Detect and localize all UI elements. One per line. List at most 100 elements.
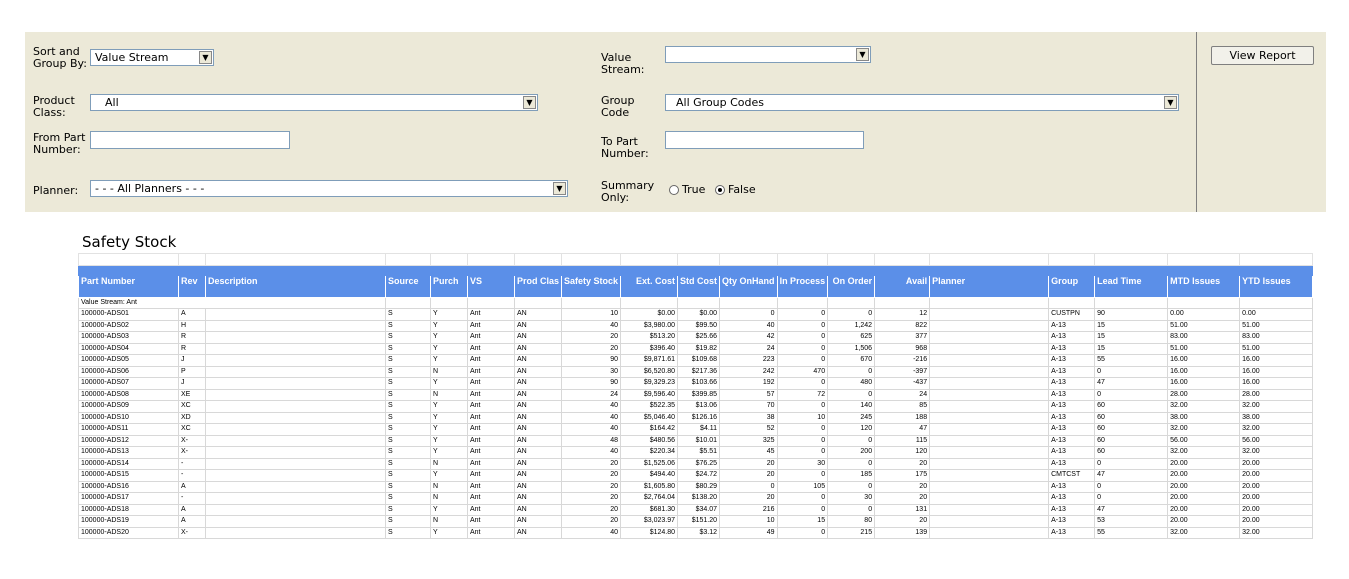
table-cell: 1,242	[827, 319, 876, 332]
table-cell: AN	[513, 342, 563, 355]
spacer-cell	[620, 253, 679, 266]
table-cell: A-13	[1048, 446, 1096, 459]
product-class-select[interactable]: All ▼	[90, 94, 538, 111]
table-cell: XC	[178, 423, 206, 436]
planner-select[interactable]: - - - All Planners - - - ▼	[90, 180, 568, 197]
table-cell: $126.16	[677, 411, 721, 424]
group-cell	[776, 297, 829, 309]
table-cell: Y	[430, 342, 468, 355]
table-cell: $494.40	[620, 469, 679, 482]
table-row: 100000-ADS10 XD S Y Ant AN 40 $5,046.40 $126.16 3…	[78, 411, 1314, 424]
summary-true-radio[interactable]: True	[669, 184, 705, 196]
table-cell: 20	[874, 515, 931, 528]
header-band-cell	[205, 265, 386, 276]
table-cell	[929, 342, 1050, 355]
table-row: 100000-ADS13 X- S Y Ant AN 40 $220.34 $5.51 45 0 20…	[78, 446, 1314, 459]
table-cell: 51.00	[1239, 319, 1314, 332]
table-cell	[929, 388, 1050, 401]
spacer-cell	[430, 253, 468, 266]
to-part-input[interactable]	[665, 131, 864, 149]
chevron-down-icon[interactable]: ▼	[553, 182, 566, 195]
table-cell: 0	[776, 377, 829, 390]
table-cell: 45	[719, 446, 778, 459]
table-cell: 16.00	[1239, 365, 1314, 378]
table-cell: 100000-ADS20	[78, 526, 179, 539]
table-cell: 28.00	[1167, 388, 1241, 401]
table-cell: 325	[719, 434, 778, 447]
table-row: 100000-ADS02 H S Y Ant AN 40 $3,980.00 $99.50 40 0…	[78, 319, 1314, 332]
table-cell: $124.80	[620, 526, 679, 539]
table-cell: 15	[1094, 342, 1169, 355]
table-cell: 20	[561, 342, 622, 355]
table-row: 100000-ADS07 J S Y Ant AN 90 $9,329.23 $103.66 19…	[78, 377, 1314, 390]
table-cell: $0.00	[677, 308, 721, 321]
table-cell: 0	[827, 365, 876, 378]
table-cell	[205, 446, 386, 459]
table-cell: AN	[513, 469, 563, 482]
from-part-label: From Part Number:	[33, 131, 86, 156]
chevron-down-icon[interactable]: ▼	[856, 48, 869, 61]
radio-unchecked-icon[interactable]	[669, 185, 679, 195]
group-cell	[874, 297, 931, 309]
table-cell: Ant	[467, 469, 515, 482]
table-cell: Ant	[467, 423, 515, 436]
table-cell: $513.20	[620, 331, 679, 344]
table-cell	[205, 331, 386, 344]
table-row: 100000-ADS16 A S N Ant AN 20 $1,605.80 $80.29 0 10…	[78, 480, 1314, 493]
table-cell: $3,980.00	[620, 319, 679, 332]
table-cell: 0.00	[1167, 308, 1241, 321]
table-cell: 57	[719, 388, 778, 401]
table-cell: $220.34	[620, 446, 679, 459]
table-cell: 223	[719, 354, 778, 367]
table-cell: 30	[561, 365, 622, 378]
group-code-select[interactable]: All Group Codes ▼	[665, 94, 1179, 111]
header-band-cell	[1094, 265, 1169, 276]
table-cell: $9,871.61	[620, 354, 679, 367]
view-report-button[interactable]: View Report	[1211, 46, 1314, 65]
radio-checked-icon[interactable]	[715, 185, 725, 195]
group-label: Value Stream: Ant	[78, 297, 386, 309]
header-band-cell	[827, 265, 876, 276]
table-cell: S	[385, 377, 431, 390]
chevron-down-icon[interactable]: ▼	[199, 51, 212, 64]
table-cell: 60	[1094, 400, 1169, 413]
table-cell: 0	[827, 480, 876, 493]
table-cell: 470	[776, 365, 829, 378]
header-band-cell	[620, 265, 679, 276]
header-band-cell	[513, 265, 563, 276]
table-cell: Y	[430, 434, 468, 447]
table-cell: $109.68	[677, 354, 721, 367]
sort-group-select[interactable]: Value Stream ▼	[90, 49, 214, 66]
table-cell: 100000-ADS02	[78, 319, 179, 332]
table-cell: 20	[719, 457, 778, 470]
group-cell	[561, 297, 622, 309]
table-cell: 0	[776, 354, 829, 367]
table-cell: $2,764.04	[620, 492, 679, 505]
table-cell	[205, 480, 386, 493]
chevron-down-icon[interactable]: ▼	[1164, 96, 1177, 109]
table-cell	[205, 526, 386, 539]
table-cell: S	[385, 515, 431, 528]
table-cell: -	[178, 492, 206, 505]
table-cell: S	[385, 446, 431, 459]
report-table-body: Part Number Rev Description Source Purch VS Pr…	[78, 253, 1314, 539]
table-cell: AN	[513, 365, 563, 378]
table-cell: 131	[874, 503, 931, 516]
table-cell: 32.00	[1167, 423, 1241, 436]
from-part-input[interactable]	[90, 131, 290, 149]
table-row: 100000-ADS15- S Y Ant AN 20 $494.40 $24.72 20 0 18…	[78, 469, 1314, 482]
table-cell: A-13	[1048, 515, 1096, 528]
table-cell: 20.00	[1167, 469, 1241, 482]
chevron-down-icon[interactable]: ▼	[523, 96, 536, 109]
table-row: 100000-ADS12 X- S Y Ant AN 48 $480.56 $10.01 325 0…	[78, 434, 1314, 447]
column-header: Purch	[430, 275, 468, 298]
spacer-cell	[874, 253, 931, 266]
summary-false-radio[interactable]: False	[715, 184, 756, 196]
table-cell: 20.00	[1167, 457, 1241, 470]
table-cell: $217.36	[677, 365, 721, 378]
table-cell: S	[385, 354, 431, 367]
table-cell: 0	[827, 457, 876, 470]
table-cell: $399.85	[677, 388, 721, 401]
value-stream-select[interactable]: ▼	[665, 46, 871, 63]
header-band-cell	[929, 265, 1050, 276]
